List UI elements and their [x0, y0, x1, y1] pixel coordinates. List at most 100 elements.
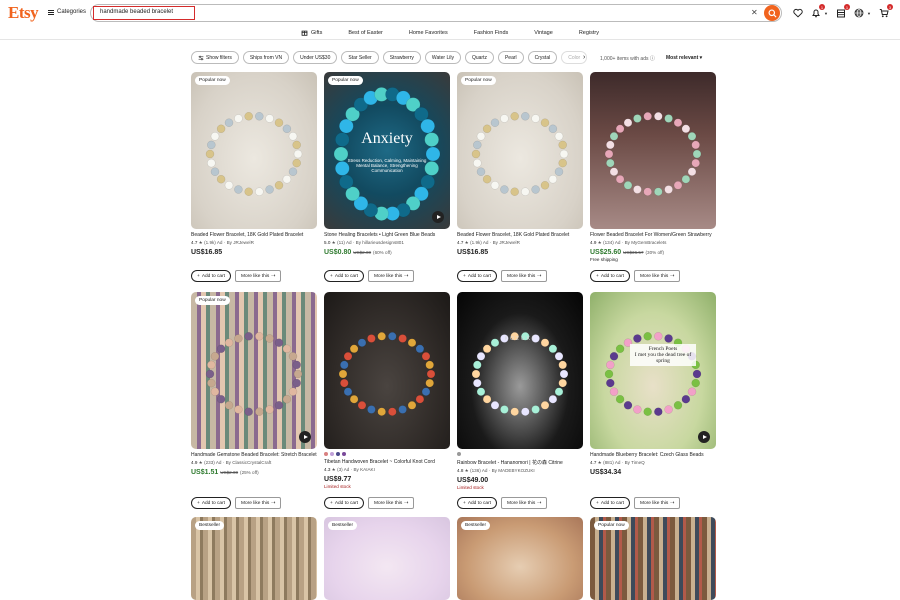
- more-like-this-button[interactable]: More like this ⇢: [235, 497, 282, 509]
- product-title[interactable]: Stone Healing Bracelets • Light Green Bl…: [324, 232, 450, 238]
- add-to-cart-button[interactable]: + Add to cart: [191, 270, 232, 282]
- more-like-this-button[interactable]: More like this ⇢: [634, 270, 681, 282]
- product-card[interactable]: Bestseller: [457, 517, 583, 600]
- play-icon[interactable]: [432, 211, 444, 223]
- product-title[interactable]: Rainbow Bracelet - Hananomori | 花の森 Citr…: [457, 459, 583, 466]
- etsy-logo[interactable]: Etsy: [8, 3, 39, 23]
- product-image[interactable]: Popular now: [590, 517, 716, 600]
- sort-dropdown[interactable]: Most relevant ▾: [666, 55, 702, 61]
- seller-name[interactable]: By hillarieusdesigns801: [356, 240, 404, 245]
- account-button[interactable]: [853, 7, 865, 19]
- filter-chip[interactable]: Under US$30: [293, 51, 338, 64]
- product-image[interactable]: [590, 72, 716, 229]
- product-title[interactable]: Beaded Flower Bracelet, 18K Gold Plated …: [457, 232, 583, 238]
- product-image[interactable]: KOZUKI: [457, 292, 583, 449]
- nav-item-best-of-easter[interactable]: Best of Easter: [335, 26, 396, 39]
- product-card[interactable]: Flower Beaded Bracelet For Women/Green S…: [590, 72, 716, 282]
- product-card[interactable]: Popular now: [590, 517, 716, 600]
- product-image[interactable]: Popular now: [457, 72, 583, 229]
- product-card[interactable]: Bestseller: [324, 517, 450, 600]
- more-like-this-button[interactable]: More like this ⇢: [501, 497, 548, 509]
- product-image[interactable]: Anxiety Stress Reduction, Calming, Mainta…: [324, 72, 450, 229]
- product-card[interactable]: KOZUKI Rainbow Bracelet - Hananomori | 花の…: [457, 292, 583, 509]
- seller-name[interactable]: By KAIAKI: [353, 467, 374, 472]
- play-icon[interactable]: [698, 431, 710, 443]
- add-to-cart-button[interactable]: + Add to cart: [324, 270, 365, 282]
- filter-chip[interactable]: Star Seller: [341, 51, 379, 64]
- product-title[interactable]: Beaded Flower Bracelet, 18K Gold Plated …: [191, 232, 317, 238]
- nav-item-registry[interactable]: Registry: [566, 26, 612, 39]
- nav-item-gifts[interactable]: Gifts: [288, 26, 335, 39]
- categories-button[interactable]: Categories: [48, 9, 86, 15]
- swatch[interactable]: [336, 452, 340, 456]
- more-like-this-button[interactable]: More like this ⇢: [634, 497, 681, 509]
- add-to-cart-button[interactable]: + Add to cart: [590, 270, 631, 282]
- product-image[interactable]: Bestseller: [191, 517, 317, 600]
- nav-item-home-favorites[interactable]: Home Favorites: [396, 26, 461, 39]
- plus-icon: +: [463, 500, 466, 506]
- product-title[interactable]: Handmade Gemstone Beaded Bracelet: Stret…: [191, 452, 317, 458]
- swatch[interactable]: [457, 452, 461, 456]
- search-button[interactable]: [764, 5, 780, 21]
- bead: [643, 332, 652, 341]
- swatch[interactable]: [342, 452, 346, 456]
- product-image[interactable]: Bestseller: [324, 517, 450, 600]
- search-input[interactable]: handmade beaded bracelet: [93, 6, 195, 20]
- product-card[interactable]: Popular now Beaded Flower Bracelet, 18K G…: [457, 72, 583, 282]
- more-like-this-button[interactable]: More like this ⇢: [368, 270, 415, 282]
- seller-name[interactable]: By JRJewelR: [493, 240, 520, 245]
- cart-button[interactable]: 3: [878, 4, 893, 19]
- add-to-cart-button[interactable]: + Add to cart: [324, 497, 365, 509]
- bead: [482, 174, 492, 184]
- product-card[interactable]: Tibetan Handwoven Bracelet ~ Colorful Kn…: [324, 292, 450, 509]
- seller-name[interactable]: By MADEBYKOZUKI: [492, 468, 535, 473]
- more-like-this-button[interactable]: More like this ⇢: [235, 270, 282, 282]
- more-like-this-button[interactable]: More like this ⇢: [368, 497, 415, 509]
- product-image[interactable]: French Poets I met you the dead tree of …: [590, 292, 716, 449]
- close-icon[interactable]: ✕: [751, 8, 758, 17]
- filter-chip[interactable]: Water Lily: [424, 51, 461, 64]
- chevron-right-icon[interactable]: ›: [583, 54, 585, 61]
- product-card[interactable]: Anxiety Stress Reduction, Calming, Mainta…: [324, 72, 450, 282]
- seller-name[interactable]: By ClassicCrystalCraft: [226, 460, 272, 465]
- product-image[interactable]: Popular now: [191, 72, 317, 229]
- product-image[interactable]: [324, 292, 450, 449]
- swatch[interactable]: [330, 452, 334, 456]
- product-image[interactable]: Popular now: [191, 292, 317, 449]
- product-image[interactable]: Bestseller: [457, 517, 583, 600]
- more-like-this-button[interactable]: More like this ⇢: [501, 270, 548, 282]
- product-card[interactable]: French Poets I met you the dead tree of …: [590, 292, 716, 509]
- nav-item-vintage[interactable]: Vintage: [521, 26, 566, 39]
- filter-chip[interactable]: Ships from VN: [242, 51, 290, 64]
- nav-item-fashion-finds[interactable]: Fashion Finds: [461, 26, 522, 39]
- seller-name[interactable]: By TimeQ: [625, 460, 645, 465]
- color-swatches[interactable]: [457, 452, 583, 456]
- product-card[interactable]: Bestseller: [191, 517, 317, 600]
- button-label: Add to cart: [201, 273, 226, 279]
- add-to-cart-button[interactable]: + Add to cart: [191, 497, 232, 509]
- play-icon[interactable]: [299, 431, 311, 443]
- seller-name[interactable]: By MyGemBracelets: [625, 240, 667, 245]
- product-title[interactable]: Handmade Blueberry Bracelet: Czech Glass…: [590, 452, 716, 458]
- notifications-button[interactable]: 1: [810, 4, 825, 19]
- swatch[interactable]: [324, 452, 328, 456]
- product-card[interactable]: Popular now Beaded Flower Bracelet, 18K G…: [191, 72, 317, 282]
- add-to-cart-button[interactable]: + Add to cart: [590, 497, 631, 509]
- gifts-button[interactable]: 1: [835, 4, 850, 19]
- product-card[interactable]: Popular now Handmade Gemstone Beaded Brac…: [191, 292, 317, 509]
- filter-chip[interactable]: Pearl: [497, 51, 524, 64]
- product-title[interactable]: Flower Beaded Bracelet For Women/Green S…: [590, 232, 716, 238]
- add-to-cart-button[interactable]: + Add to cart: [457, 270, 498, 282]
- favorites-button[interactable]: [792, 7, 804, 19]
- product-title[interactable]: Tibetan Handwoven Bracelet ~ Colorful Kn…: [324, 459, 450, 465]
- arrow-right-icon: ⇢: [537, 500, 542, 506]
- filter-chip[interactable]: Strawberry: [382, 51, 421, 64]
- add-to-cart-button[interactable]: + Add to cart: [457, 497, 498, 509]
- bead: [224, 338, 234, 347]
- show-filters-button[interactable]: Show filters: [191, 51, 239, 64]
- filter-icon: [198, 55, 204, 60]
- filter-chip[interactable]: Crystal: [527, 51, 558, 64]
- seller-name[interactable]: By JRJewelR: [227, 240, 254, 245]
- filter-chip[interactable]: Quartz: [464, 51, 494, 64]
- color-swatches[interactable]: [324, 452, 450, 456]
